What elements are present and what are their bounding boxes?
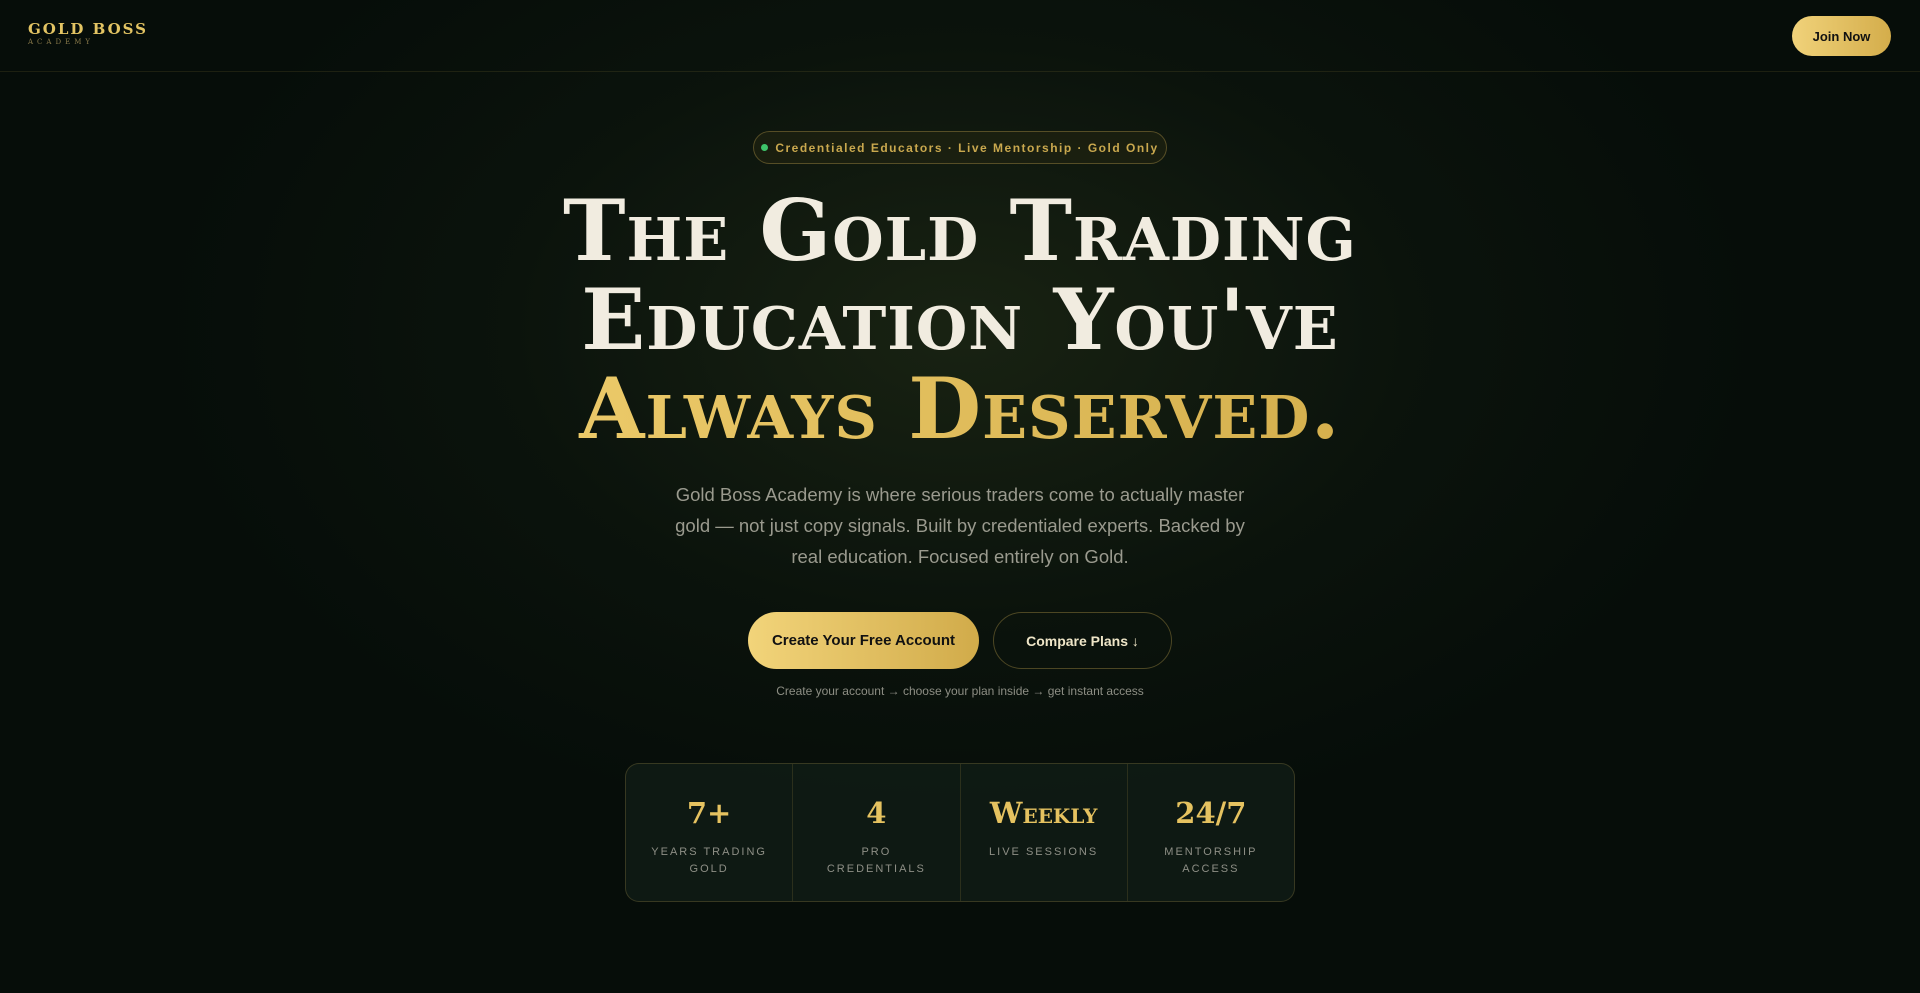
stat-label: Years Trading Gold (651, 846, 767, 875)
stat-value: Weekly (989, 796, 1098, 830)
stat-live-sessions: Weekly Live Sessions (961, 764, 1128, 901)
headline-line-1: The Gold Trading (563, 181, 1357, 280)
hero-headline: The Gold Trading Education You've Always… (360, 186, 1560, 453)
stat-mentorship-access: 24/7 Mentorship Access (1128, 764, 1294, 901)
stats-panel: 7+ Years Trading Gold 4 Pro Credentials … (625, 763, 1295, 902)
stat-label: Pro Credentials (826, 846, 926, 875)
badge-text: Credentialed Educators · Live Mentorship… (775, 140, 1159, 155)
logo-wordmark: GOLD BOSS (28, 20, 149, 38)
stat-pro-credentials: 4 Pro Credentials (793, 764, 961, 901)
stat-years-trading: 7+ Years Trading Gold (626, 764, 794, 901)
hero-description: Gold Boss Academy is where serious trade… (675, 484, 1245, 567)
join-now-button[interactable]: Join Now (1792, 16, 1891, 56)
status-dot-icon (761, 144, 769, 151)
cta-note: Create your account → choose your plan i… (776, 684, 1144, 698)
stat-label: Live Sessions (989, 846, 1099, 858)
create-free-account-button[interactable]: Create Your Free Account (748, 612, 979, 669)
headline-line-2: Education You've (581, 270, 1339, 369)
compare-plans-button[interactable]: Compare Plans ↓ (993, 612, 1172, 669)
landing-page: GOLD BOSS ACADEMY Join Now Credentialed … (0, 0, 1920, 993)
hero-badge: Credentialed Educators · Live Mentorship… (753, 131, 1167, 164)
stat-value: 24/7 (1175, 796, 1247, 830)
top-navbar: GOLD BOSS ACADEMY Join Now (0, 0, 1920, 72)
headline-line-3: Always Deserved. (360, 364, 1560, 453)
logo-subtitle: ACADEMY (28, 38, 94, 46)
stat-value: 4 (866, 796, 887, 830)
stat-label: Mentorship Access (1164, 846, 1258, 875)
logo[interactable]: GOLD BOSS ACADEMY (28, 20, 148, 46)
stat-value: 7+ (686, 796, 732, 830)
